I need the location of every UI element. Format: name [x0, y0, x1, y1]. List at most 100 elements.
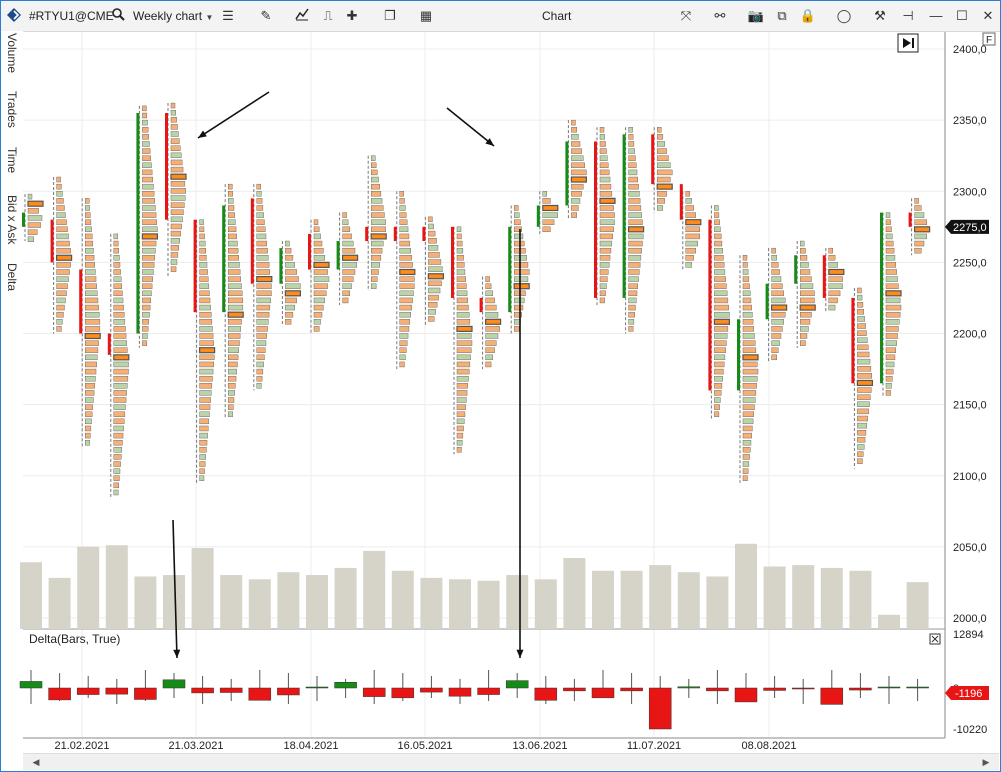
cluster-cell [800, 255, 808, 261]
cluster-cell [914, 198, 919, 204]
cluster-cell [514, 205, 519, 211]
cluster-cell [113, 397, 127, 403]
cluster-cell [199, 468, 205, 474]
delta-bar [420, 687, 443, 693]
delta-bar [648, 687, 672, 730]
cluster-cell [142, 212, 157, 218]
cluster-cell [828, 283, 843, 289]
cluster-cell [599, 134, 605, 140]
cluster-cell [342, 269, 356, 275]
horizontal-scrollbar[interactable]: ◀ ▶ [23, 753, 999, 770]
cluster-cell [885, 283, 899, 289]
cluster-cell [399, 198, 405, 204]
cluster-cell [227, 383, 236, 389]
delta-bar [248, 687, 272, 701]
cluster-cell [885, 368, 894, 375]
cluster-cell [428, 237, 437, 244]
cluster-cell [227, 333, 241, 339]
cluster-cell [857, 387, 872, 393]
cluster-cell [313, 233, 321, 240]
volume-bar [763, 566, 786, 629]
delta-bar [162, 679, 186, 689]
cluster-cell [170, 181, 186, 187]
candle-body [765, 283, 769, 320]
cluster-cell [714, 404, 720, 410]
cluster-cell [456, 397, 467, 403]
cluster-cell [227, 304, 244, 311]
cluster-cell [313, 304, 324, 311]
poc-cell [456, 325, 473, 332]
candle-body [308, 233, 311, 270]
delta-bar [191, 687, 214, 694]
cluster-cell [428, 294, 439, 301]
volume-bar [220, 575, 243, 629]
cluster-cell [285, 304, 295, 311]
cluster-cell [599, 290, 606, 297]
cluster-cell [628, 297, 637, 304]
cluster-cell [84, 205, 90, 211]
delta-bar [820, 687, 844, 705]
cluster-cell [456, 418, 465, 425]
candle-body [622, 134, 626, 298]
poc-cell [856, 379, 874, 387]
cluster-cell [714, 361, 725, 368]
cluster-cell [542, 219, 555, 225]
volume-bar [363, 550, 386, 629]
scroll-right-icon[interactable]: ▶ [979, 755, 993, 769]
cluster-cell [142, 127, 149, 133]
cluster-cell [742, 283, 750, 289]
cluster-cell [742, 375, 758, 382]
cluster-cell [256, 311, 270, 318]
cluster-cell [399, 247, 411, 254]
cluster-cell [800, 340, 806, 346]
cluster-cell [170, 166, 184, 173]
cluster-cell [571, 155, 584, 161]
delta-plot-area[interactable] [23, 630, 945, 738]
cluster-cell [599, 148, 607, 154]
cluster-cell [113, 390, 127, 396]
volume-bar [563, 558, 586, 629]
cluster-cell [84, 397, 94, 403]
cluster-cell [714, 397, 721, 403]
cluster-cell [27, 208, 39, 214]
candle-body [708, 219, 712, 391]
cluster-cell [456, 290, 468, 297]
cluster-cell [714, 304, 729, 311]
cluster-cell [199, 475, 205, 481]
cluster-cell [828, 247, 833, 254]
cluster-cell [199, 361, 214, 368]
cluster-cell [142, 155, 151, 161]
date-tick-label: 21.03.2021 [168, 740, 223, 752]
cluster-cell [800, 276, 812, 282]
cluster-cell [256, 319, 269, 325]
cluster-cell [456, 311, 470, 318]
scroll-left-icon[interactable]: ◀ [29, 755, 43, 769]
cluster-cell [142, 304, 151, 311]
cluster-cell [199, 319, 213, 325]
cluster-cell [56, 297, 66, 304]
cluster-cell [571, 191, 582, 197]
poc-cell [84, 332, 101, 340]
cluster-cell [371, 169, 378, 176]
chart-canvas[interactable]: 2400,0 2350,0 2300,0 2250,0 2200,0 2150,0 2100… [1, 1, 1000, 753]
cluster-cell [170, 188, 187, 194]
cluster-cell [256, 262, 270, 268]
delta-bar [48, 687, 71, 701]
cluster-cell [885, 276, 898, 282]
cluster-cell [714, 269, 726, 275]
cluster-cell [142, 162, 152, 169]
volume-bar [449, 579, 471, 629]
cluster-cell [456, 347, 472, 353]
cluster-cell [456, 447, 462, 453]
cluster-cell [142, 198, 155, 204]
cluster-cell [742, 276, 750, 282]
cluster-cell [571, 198, 581, 204]
cluster-cell [599, 183, 612, 190]
cluster-cell [456, 319, 471, 325]
cluster-cell [371, 183, 380, 190]
cluster-cell [800, 326, 809, 332]
cluster-cell [628, 283, 638, 289]
cluster-cell [113, 439, 123, 446]
cluster-cell [84, 361, 97, 368]
cluster-cell [342, 240, 354, 247]
